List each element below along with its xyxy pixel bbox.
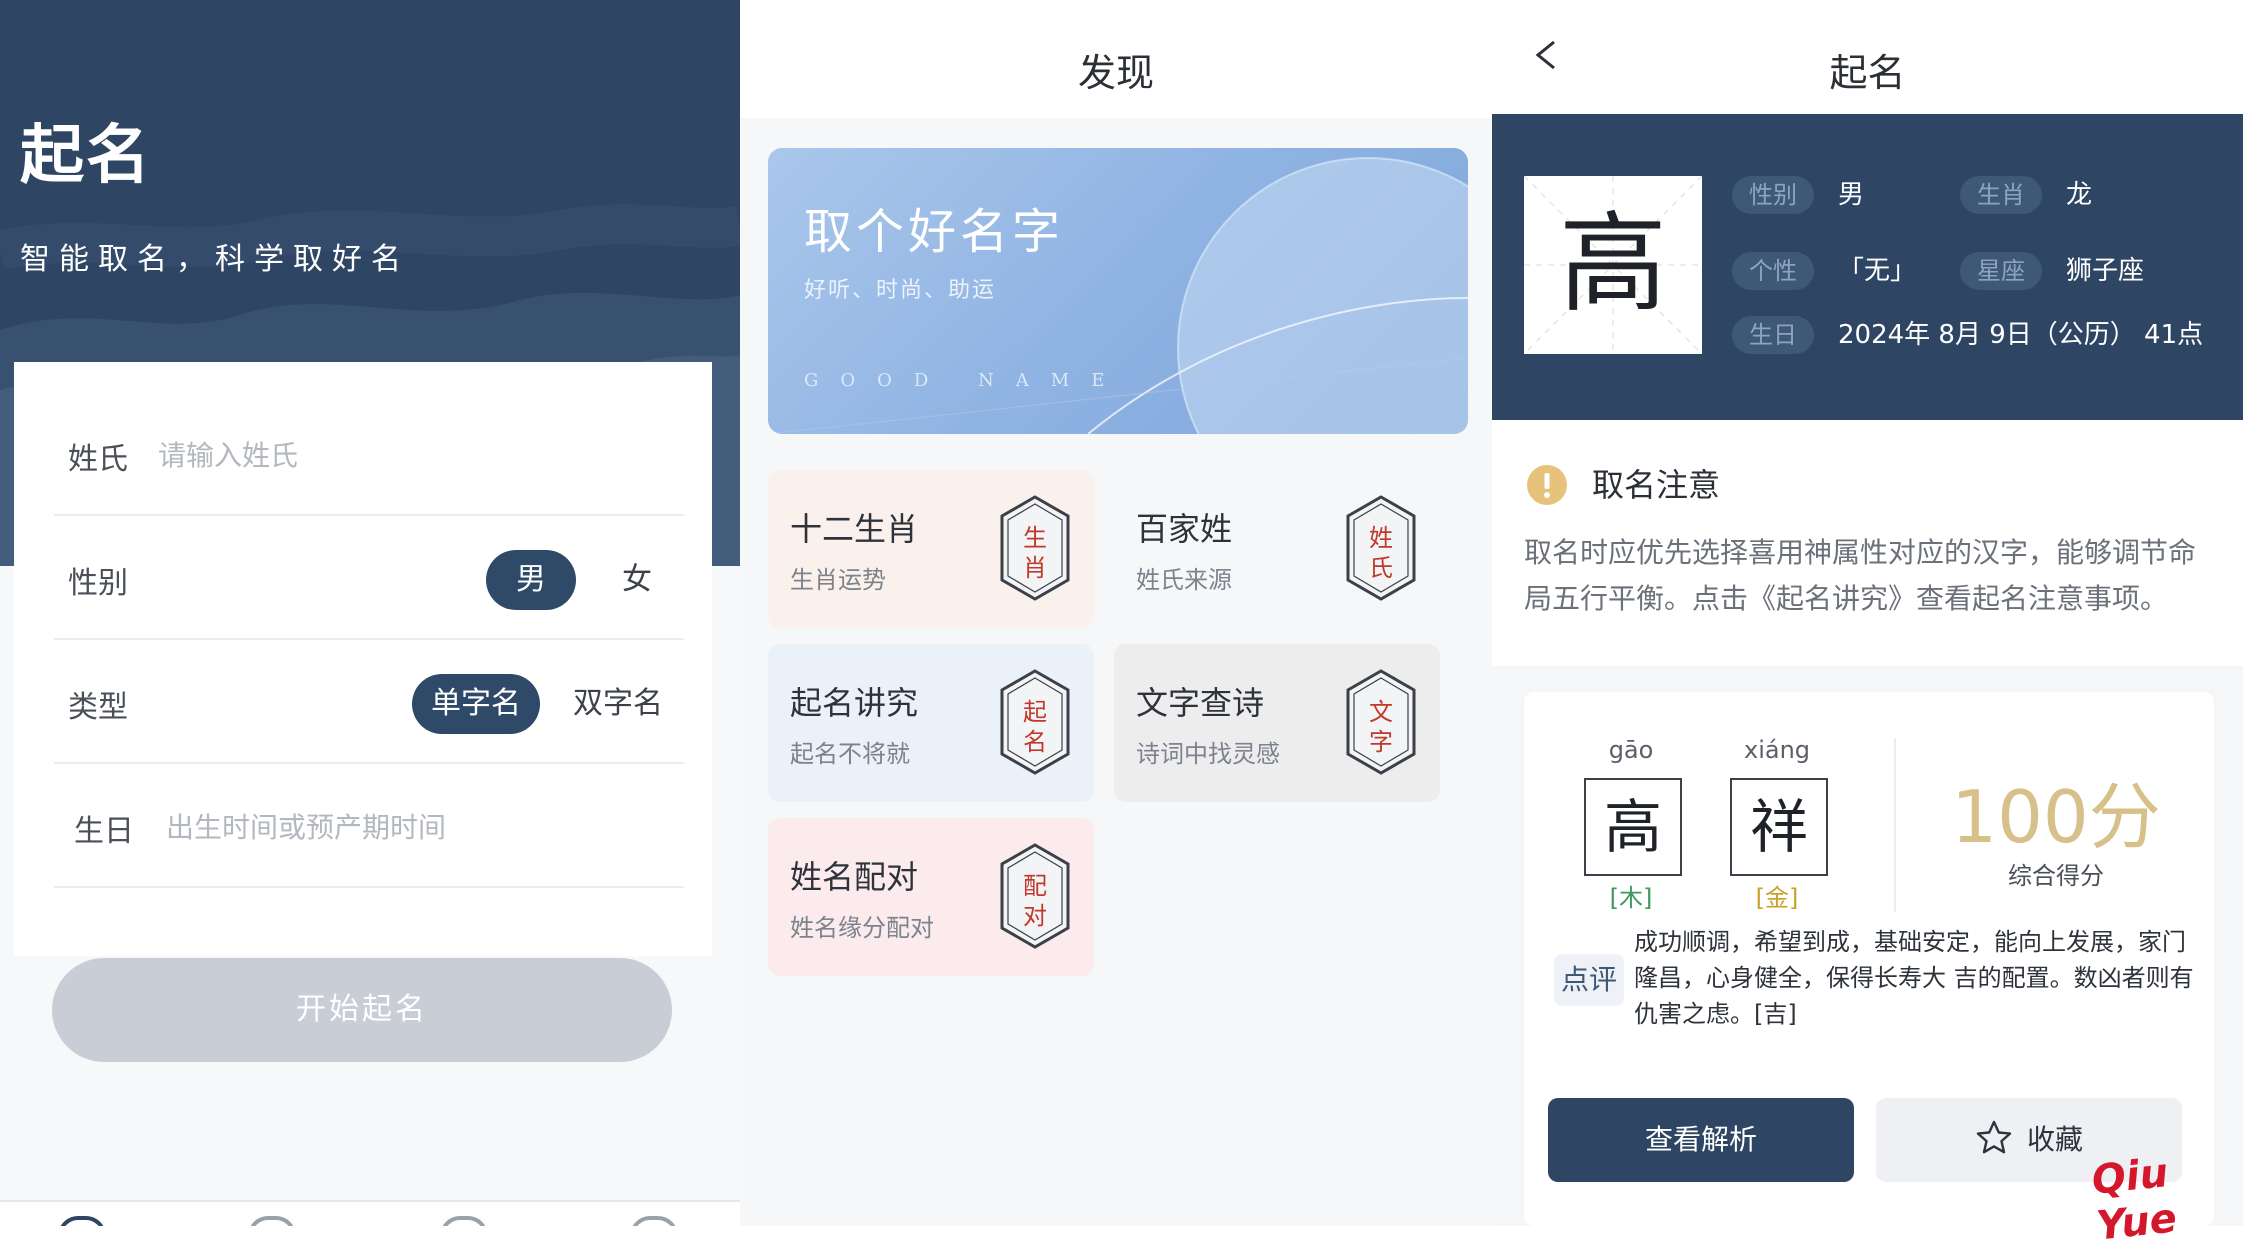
naming-result-screen: 起名 高 性别 男 生肖 龙 个性 「无」 星座 狮子座 生日 2024年 8月… [1492, 0, 2243, 1226]
total-score: 100分 [1951, 775, 2161, 859]
start-naming-button[interactable]: 开始起名 [52, 958, 672, 1062]
gender-male-toggle[interactable]: 男 [486, 550, 576, 610]
name-char-box-1: 高 [1584, 778, 1682, 876]
page-title: 起名 [20, 119, 152, 193]
birth-info-card: 高 性别 男 生肖 龙 个性 「无」 星座 狮子座 生日 2024年 8月 9日… [1492, 114, 2243, 420]
notice-body: 取名时应优先选择喜用神属性对应的汉字，能够调节命局五行平衡。点击《起名讲究》查看… [1524, 536, 2197, 615]
discover-title: 发现 [1077, 51, 1154, 95]
discover-screen: 发现 取个好名字 好听、时尚、助运 GOOD NAME 十二生肖 生肖运势生肖百家… [740, 0, 1492, 1226]
tile-title: 百家姓 [1136, 510, 1233, 548]
surname-row: 姓氏 请输入姓氏 [54, 392, 684, 516]
birthday-value: 2024年 8月 9日（公历） 41点 [1838, 320, 2204, 350]
element-1: [木] [1609, 884, 1653, 912]
personality-tag: 个性 [1732, 252, 1814, 290]
discover-tile[interactable]: 起名讲究起名不将就 起名 [768, 644, 1094, 802]
name-result-card: gāo 高 [木] xiáng 祥 [金] 100分 综合得分 点评 成功顺调，… [1524, 692, 2214, 1226]
name-char-box-2: 祥 [1730, 778, 1828, 876]
comment-text: 成功顺调，希望到成，基础安定，能向上发展，家门隆昌，心身健全，保得长寿大 吉的配… [1634, 928, 2194, 1028]
seal-char-2: 对 [1023, 902, 1047, 930]
seal-char-2: 肖 [1023, 554, 1047, 582]
birthday-tag: 生日 [1732, 316, 1814, 354]
seal-icon: 配对 [1000, 843, 1070, 949]
seal-char-2: 名 [1023, 728, 1047, 756]
naming-form-screen: 起名 智能取名，科学取好名 姓氏 请输入姓氏 性别 男 女 类型 单字名 双字名… [0, 0, 740, 1226]
view-analysis-button[interactable]: 查看解析 [1548, 1098, 1854, 1182]
type-label: 类型 [68, 690, 128, 725]
notice-title: 取名注意 [1592, 466, 1721, 504]
good-name-banner[interactable]: 取个好名字 好听、时尚、助运 GOOD NAME [768, 148, 1468, 434]
seal-char-1: 配 [1023, 872, 1047, 900]
name-char-2: 祥 [1749, 793, 1808, 861]
divider [1894, 738, 1896, 912]
banner-english: GOOD NAME [804, 370, 1127, 391]
star-sign-tag: 星座 [1960, 252, 2042, 290]
element-2: [金] [1755, 884, 1799, 912]
star-sign-value: 狮子座 [2066, 256, 2145, 286]
seal-char-2: 氏 [1369, 554, 1393, 582]
surname-character-box: 高 [1524, 176, 1702, 354]
warning-icon [1527, 465, 1567, 505]
tile-subtitle: 起名不将就 [790, 740, 910, 768]
surname-input[interactable]: 请输入姓氏 [158, 434, 298, 474]
gender-female-toggle[interactable]: 女 [592, 550, 682, 610]
type-double-toggle[interactable]: 双字名 [554, 674, 682, 734]
seal-icon: 生肖 [1000, 495, 1070, 601]
tile-title: 十二生肖 [790, 510, 919, 548]
pinyin-1: gāo [1608, 736, 1654, 764]
naming-notice: 取名注意 取名时应优先选择喜用神属性对应的汉字，能够调节命局五行平衡。点击《起名… [1492, 420, 2243, 666]
discover-header: 发现 [740, 0, 1492, 118]
discover-tile[interactable]: 姓名配对姓名缘分配对 配对 [768, 818, 1094, 976]
seal-char-1: 姓 [1369, 524, 1393, 552]
name-char-1: 高 [1603, 793, 1662, 861]
birth-label: 生日 [74, 814, 134, 849]
gender-label: 性别 [68, 566, 128, 601]
zodiac-tag: 生肖 [1960, 176, 2042, 214]
discover-tile[interactable]: 文字查诗诗词中找灵感 文字 [1114, 644, 1440, 802]
discover-tile[interactable]: 百家姓姓氏来源 姓氏 [1114, 470, 1440, 628]
tab-collect-icon[interactable] [440, 1216, 488, 1226]
type-row: 类型 单字名 双字名 [54, 640, 684, 764]
naming-form-card: 姓氏 请输入姓氏 性别 男 女 类型 单字名 双字名 生日 出生时间或预产期时间 [14, 362, 712, 956]
seal-icon: 起名 [1000, 669, 1070, 775]
birth-input[interactable]: 出生时间或预产期时间 [166, 806, 446, 846]
surname-label: 姓氏 [68, 442, 128, 477]
seal-icon: 姓氏 [1346, 495, 1416, 601]
surname-character: 高 [1558, 202, 1667, 327]
page-subtitle: 智能取名，科学取好名 [20, 242, 410, 277]
result-title: 起名 [1829, 51, 1906, 95]
type-single-toggle[interactable]: 单字名 [412, 674, 540, 734]
banner-title: 取个好名字 [804, 204, 1065, 260]
seal-char-1: 生 [1023, 524, 1047, 552]
bottom-tab-bar [0, 1200, 740, 1226]
tab-discover-icon[interactable] [248, 1216, 296, 1226]
watermark: Qiu Yue [2089, 1150, 2179, 1250]
tab-mine-icon[interactable] [630, 1216, 678, 1226]
tile-subtitle: 姓氏来源 [1136, 566, 1232, 594]
zodiac-value: 龙 [2066, 180, 2093, 210]
favorite-label: 收藏 [2026, 1123, 2083, 1156]
star-icon [1976, 1120, 2012, 1154]
result-header: 起名 [1492, 0, 2243, 114]
tile-title: 姓名配对 [790, 858, 919, 896]
total-score-label: 综合得分 [2008, 862, 2104, 890]
tile-title: 文字查诗 [1136, 684, 1265, 722]
seal-char-2: 字 [1369, 728, 1393, 756]
gender-value: 男 [1838, 180, 1865, 210]
pinyin-2: xiáng [1743, 736, 1811, 764]
tile-subtitle: 生肖运势 [790, 566, 886, 594]
seal-char-1: 起 [1023, 698, 1047, 726]
seal-char-1: 文 [1369, 698, 1393, 726]
discover-tile[interactable]: 十二生肖生肖运势 生肖 [768, 470, 1094, 628]
tile-subtitle: 姓名缘分配对 [790, 914, 934, 942]
tile-title: 起名讲究 [790, 684, 919, 722]
birth-row: 生日 出生时间或预产期时间 [54, 764, 684, 888]
gender-tag: 性别 [1732, 176, 1814, 214]
comment-tag: 点评 [1554, 954, 1624, 1006]
tile-subtitle: 诗词中找灵感 [1136, 740, 1280, 768]
banner-subtitle: 好听、时尚、助运 [804, 278, 997, 303]
gender-row: 性别 男 女 [54, 516, 684, 640]
personality-value: 「无」 [1838, 256, 1917, 286]
seal-icon: 文字 [1346, 669, 1416, 775]
tab-home-icon[interactable] [58, 1216, 106, 1226]
